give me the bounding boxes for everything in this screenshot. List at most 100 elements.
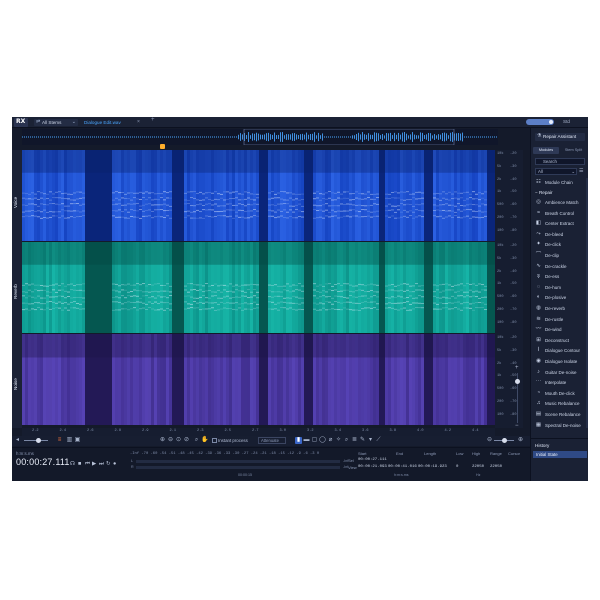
module-item-de-clip[interactable]: ⌒ De-clip: [535, 251, 585, 261]
module-item-dialogue-isolate[interactable]: ◉ Dialogue Isolate: [535, 357, 585, 367]
zoom-selection-icon[interactable]: ⊙: [175, 437, 182, 444]
brush-icon[interactable]: ⌀: [327, 437, 334, 444]
module-filter-dropdown[interactable]: All ⌄: [535, 168, 577, 175]
module-item-interpolate[interactable]: ⋯ Interpolate: [535, 378, 585, 388]
module-item-de-plosive[interactable]: ◐ De-plosive: [535, 293, 585, 303]
skip-back-icon[interactable]: ⏮: [85, 461, 90, 468]
harmonic-streak: [256, 284, 259, 286]
pencil-icon[interactable]: ✎: [359, 437, 366, 444]
module-item-de-ess[interactable]: ş De-ess: [535, 272, 585, 282]
list-view-icon[interactable]: ☰: [579, 168, 585, 175]
file-tab[interactable]: Dialogue Edit.wav ×: [82, 119, 146, 127]
box-selection-icon[interactable]: ▢: [311, 437, 318, 444]
harmonic-streak: [154, 301, 157, 303]
harmonic-streak: [442, 283, 445, 285]
find-similar-icon[interactable]: ⌕: [343, 437, 350, 444]
add-tab-icon[interactable]: +: [151, 117, 155, 123]
instant-process-checkbox[interactable]: [212, 438, 217, 443]
zoom-out-icon[interactable]: ⊖: [486, 437, 493, 444]
view-end-value[interactable]: 00:00:41.016: [388, 465, 417, 469]
zoom-fit-icon[interactable]: ⊘: [183, 437, 190, 444]
module-search-input[interactable]: Search: [535, 158, 585, 165]
view-length-value[interactable]: 00:00:19.923: [418, 465, 447, 469]
module-item-de-wind[interactable]: 〰 De-wind: [535, 325, 585, 335]
harmonic-streak: [277, 302, 280, 304]
module-item-dialogue-contour[interactable]: ⌇ Dialogue Contour: [535, 346, 585, 356]
module-chain-item[interactable]: ☷ Module Chain: [535, 178, 585, 188]
spectrogram-area[interactable]: [22, 150, 495, 428]
headphones-icon[interactable]: ☊: [70, 461, 75, 467]
repair-assistant-button[interactable]: ⚗ Repair Assistant: [535, 133, 585, 141]
module-item-guitar-de-noise[interactable]: ♪ Guitar De-noise: [535, 368, 585, 378]
module-item-spectral-de-noise[interactable]: ▦ Spectral De-noise: [535, 421, 585, 431]
module-item-center-extract[interactable]: ◧ Center Extract: [535, 219, 585, 229]
module-item-scene-rebalance[interactable]: ▤ Scene Rebalance: [535, 410, 585, 420]
loop-icon[interactable]: ↻: [106, 461, 111, 467]
horizontal-zoom-handle[interactable]: [36, 438, 41, 443]
harmonic-streak: [385, 205, 388, 207]
lasso-icon[interactable]: ◯: [319, 437, 326, 444]
zoom-in-icon[interactable]: ⊕: [517, 437, 524, 444]
play-icon[interactable]: ▶: [92, 461, 96, 467]
view-toggle[interactable]: [526, 119, 554, 125]
magic-wand-icon[interactable]: ✧: [335, 437, 342, 444]
tab-modules[interactable]: Modules: [533, 147, 559, 154]
spectrogram-lane-reverb[interactable]: [22, 242, 495, 333]
sel-start-value[interactable]: 00:00:27.111: [358, 458, 387, 462]
module-item-music-rebalance[interactable]: ♫ Music Rebalance: [535, 399, 585, 409]
time-selection-icon[interactable]: ▮: [295, 437, 302, 444]
harmonic-streak: [73, 210, 76, 212]
freq-zoom-handle[interactable]: [502, 438, 507, 443]
module-item-de-rustle[interactable]: ≋ De-rustle: [535, 315, 585, 325]
fade-tool-icon[interactable]: ⟋: [375, 437, 382, 444]
stems-dropdown[interactable]: ⇌ All Stems ⌄: [34, 119, 78, 126]
module-item-de-reverb[interactable]: ◍ De-reverb: [535, 304, 585, 314]
view-start-value[interactable]: 00:00:21.093: [358, 465, 387, 469]
settings-icon[interactable]: ▣: [74, 437, 81, 444]
speaker-icon[interactable]: ◂: [14, 437, 21, 444]
harmonic-streak: [49, 296, 52, 298]
low-value[interactable]: 0: [456, 465, 458, 469]
zoom-in-icon[interactable]: +: [515, 365, 519, 371]
module-panel-scrollbar[interactable]: [586, 178, 588, 428]
harmonic-streak: [385, 303, 388, 305]
repair-section-header[interactable]: − Repair: [535, 190, 553, 195]
harmonic-streak: [127, 211, 130, 213]
high-value[interactable]: 22050: [472, 465, 484, 469]
stop-icon[interactable]: ■: [78, 461, 81, 467]
range-value[interactable]: 22050: [490, 465, 502, 469]
dropdown-arrow-icon[interactable]: ▾: [367, 437, 374, 444]
history-item-initial-state[interactable]: Initial State: [533, 451, 587, 458]
zoom-out-icon[interactable]: −: [515, 423, 519, 429]
zoom-in-icon[interactable]: ⊕: [159, 437, 166, 444]
vertical-zoom-control[interactable]: + −: [512, 365, 524, 435]
hand-tool-icon[interactable]: ✋: [201, 437, 208, 444]
module-item-breath-control[interactable]: ≈ Breath Control: [535, 209, 585, 219]
timecode-format-label[interactable]: h:m:s.ms: [16, 451, 34, 456]
module-item-mouth-de-click[interactable]: ◔ Mouth De-click: [535, 389, 585, 399]
magnify-icon[interactable]: ⌕: [193, 437, 200, 444]
harmonic-streak: [394, 205, 397, 207]
spectrogram-lane-noise[interactable]: [22, 334, 495, 425]
module-item-de-crackle[interactable]: ∿ De-crackle: [535, 262, 585, 272]
module-item-de-click[interactable]: ✦ De-click: [535, 240, 585, 250]
grid-icon[interactable]: ▥: [66, 437, 73, 444]
harmonic-select-icon[interactable]: ≣: [351, 437, 358, 444]
waveform-overview[interactable]: [22, 129, 498, 145]
module-item-deconstruct[interactable]: ⊞ Deconstruct: [535, 336, 585, 346]
tab-stem-split[interactable]: Stem Split: [560, 147, 587, 154]
close-icon[interactable]: ×: [137, 119, 140, 125]
spectrogram-lane-voice[interactable]: [22, 150, 495, 241]
zoom-out-icon[interactable]: ⊖: [167, 437, 174, 444]
overview-waveform-bar: [112, 136, 113, 138]
play-selection-icon[interactable]: ⏭: [99, 461, 104, 468]
playhead-marker[interactable]: [160, 144, 165, 149]
instant-process-mode-dropdown[interactable]: Attenuate: [258, 437, 286, 444]
record-icon[interactable]: ●: [113, 461, 116, 467]
vertical-zoom-handle[interactable]: [515, 379, 520, 384]
module-item-de-bleed[interactable]: ⤳ De-bleed: [535, 230, 585, 240]
frequency-selection-icon[interactable]: ▬: [303, 437, 310, 444]
module-item-ambience-match[interactable]: ◎ Ambience Match: [535, 198, 585, 208]
waveform-view-icon[interactable]: ≡: [56, 437, 63, 444]
module-item-de-hum[interactable]: ◌ De-hum: [535, 283, 585, 293]
